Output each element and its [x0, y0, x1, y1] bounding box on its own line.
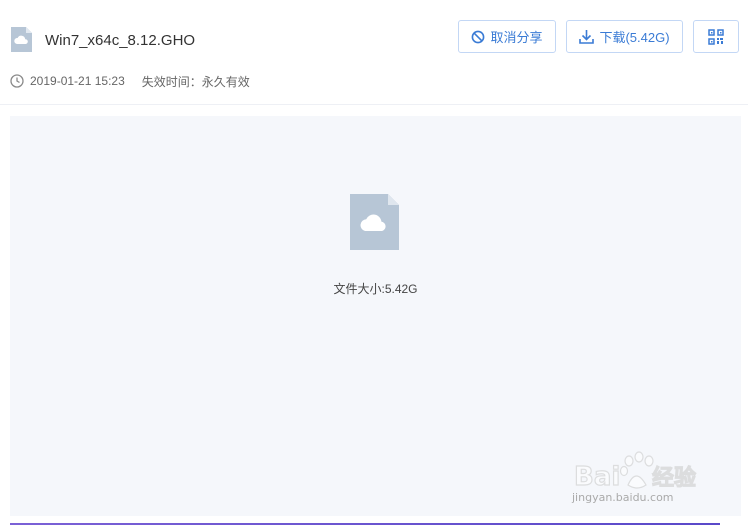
download-label: 下载(5.42G)	[599, 30, 670, 45]
cloud-file-icon	[350, 194, 399, 250]
qr-code-button[interactable]	[693, 20, 739, 53]
qr-code-icon	[708, 28, 724, 45]
watermark-url: jingyan.baidu.com	[572, 491, 674, 504]
download-icon	[579, 30, 595, 44]
created-time: 2019-01-21 15:23	[30, 74, 125, 88]
file-size: 文件大小:5.42G	[333, 282, 418, 296]
cancel-share-button[interactable]: 取消分享	[458, 20, 556, 53]
cancel-icon	[472, 30, 485, 43]
clock-icon	[10, 74, 24, 88]
cancel-share-label: 取消分享	[490, 30, 543, 45]
bottom-accent-line	[10, 523, 720, 525]
svg-text:经验: 经验	[652, 465, 696, 491]
expire-time: 失效时间：永久有效	[141, 74, 250, 89]
file-name: Win7_x64c_8.12.GHO	[45, 32, 196, 49]
file-header: Win7_x64c_8.12.GHO 取消分享 下载(5.42G) 2019-0…	[0, 0, 748, 105]
svg-text:Bai: Bai	[574, 462, 620, 492]
download-button[interactable]: 下载(5.42G)	[566, 20, 683, 53]
file-meta: 2019-01-21 15:23 失效时间：永久有效	[10, 73, 250, 89]
cloud-file-icon	[11, 27, 32, 52]
